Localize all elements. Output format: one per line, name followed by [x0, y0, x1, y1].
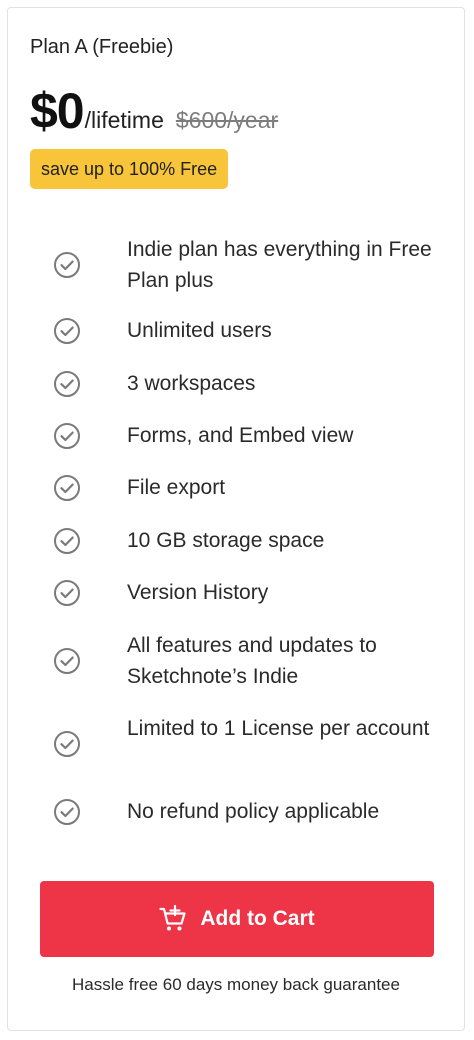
pricing-card: Plan A (Freebie) $0 /lifetime $600/year … — [7, 7, 465, 1031]
feature-text: Forms, and Embed view — [127, 424, 354, 447]
feature-text: All features and updates to Sketchnote’s… — [127, 634, 377, 688]
check-circle-icon — [54, 371, 80, 397]
guarantee-text: Hassle free 60 days money back guarantee — [72, 975, 400, 994]
feature-text: No refund policy applicable — [127, 800, 380, 823]
price-period: /lifetime — [84, 107, 164, 133]
feature-text: Limited to 1 License per account — [127, 717, 430, 740]
feature-text: 10 GB storage space — [127, 529, 325, 552]
feature-text: Indie plan has everything in Free Plan p… — [127, 238, 432, 292]
check-circle-icon — [54, 423, 80, 449]
check-circle-icon — [54, 528, 80, 554]
check-circle-icon — [54, 252, 80, 278]
feature-text: Unlimited users — [127, 319, 272, 342]
check-circle-icon — [54, 580, 80, 606]
price-amount: $0 — [30, 83, 85, 139]
check-circle-icon — [54, 475, 80, 501]
price-row: $0 /lifetime $600/year — [30, 82, 278, 142]
check-circle-icon — [54, 731, 80, 757]
add-to-cart-label: Add to Cart — [200, 907, 315, 930]
save-badge: save up to 100% Free — [30, 149, 229, 189]
feature-text: File export — [127, 476, 226, 499]
original-price: $600/year — [175, 107, 279, 133]
add-to-cart-icon — [159, 905, 186, 931]
check-circle-icon — [54, 799, 80, 825]
plan-name: Plan A (Freebie) — [30, 36, 174, 58]
feature-text: 3 workspaces — [127, 372, 256, 395]
feature-text: Version History — [127, 581, 269, 604]
add-to-cart-button[interactable]: Add to Cart — [40, 881, 434, 957]
check-circle-icon — [54, 648, 80, 674]
check-circle-icon — [54, 318, 80, 344]
